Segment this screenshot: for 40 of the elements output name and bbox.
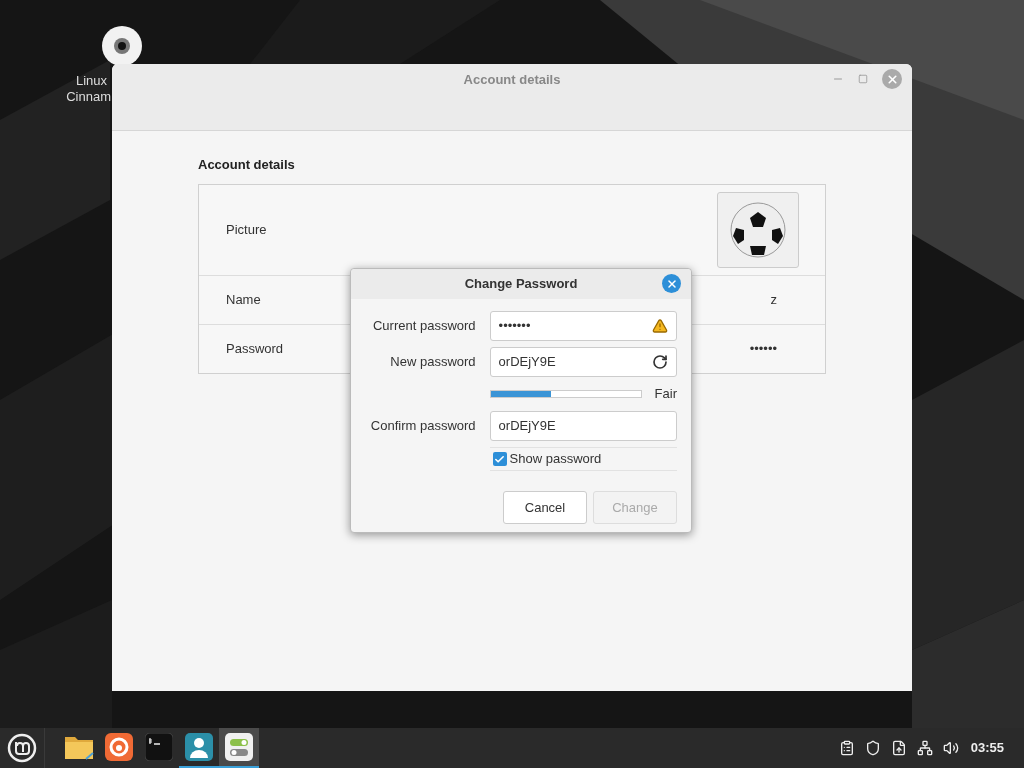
close-icon [885,72,899,86]
window-title: Account details [463,71,561,89]
refresh-icon[interactable] [652,354,668,370]
terminal-icon[interactable] [145,733,173,761]
password-field[interactable]: ••••••• [489,311,677,341]
row-label: Password [226,339,284,358]
avatar-button[interactable] [717,191,799,268]
show-password-checkbox[interactable]: Show password [489,447,677,471]
user-icon[interactable] [185,733,213,761]
row-value[interactable]: •••••• [749,338,777,359]
clipboard-icon[interactable] [838,740,855,756]
row-label: Picture [226,220,267,239]
dialog-button[interactable]: Cancel [503,491,587,524]
desktop-icon-label: Cinnam [66,89,111,105]
soccer-ball-icon [730,201,786,258]
field-label: Current password [371,317,476,336]
taskbar-launcher[interactable] [219,728,259,768]
section-title: Account details [198,156,296,174]
network-icon[interactable] [916,740,933,756]
check-icon [494,453,506,465]
warning-icon [652,318,668,334]
toggle-switches-icon[interactable] [225,733,253,761]
desktop-icon-label: Linux [75,73,107,89]
webcam-icon[interactable] [102,26,142,66]
close-button[interactable] [662,274,681,293]
row-label: Name [226,290,261,309]
password-field[interactable]: orDEjY9E [489,411,677,441]
clock[interactable]: 03:55 [970,738,1004,758]
volume-icon[interactable] [942,740,959,756]
close-icon [665,277,678,290]
mint-logo-icon[interactable] [7,733,37,763]
password-field[interactable]: orDEjY9E [489,347,677,377]
row-value[interactable]: z [770,289,777,310]
field-label: New password [389,353,476,372]
dialog-title: Change Password [464,275,578,294]
browser-icon[interactable] [105,733,133,761]
folder-icon[interactable] [64,734,94,760]
shield-icon[interactable] [864,740,881,756]
field-label: Confirm password [369,417,476,436]
strength-label: Fair [654,385,677,404]
